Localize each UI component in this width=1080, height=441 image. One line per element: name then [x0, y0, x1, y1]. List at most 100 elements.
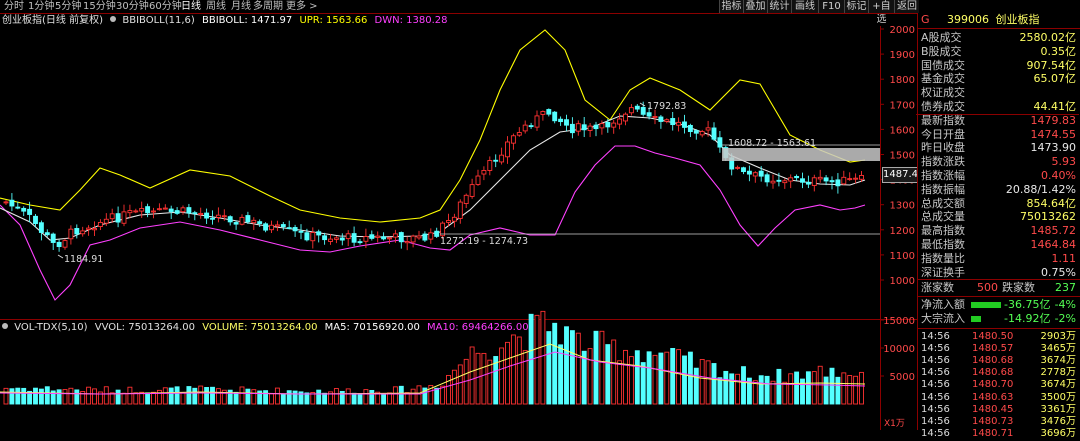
- settings-dot-icon[interactable]: [2, 323, 8, 329]
- candlesticks: [3, 101, 864, 252]
- settings-dot-icon[interactable]: [110, 16, 117, 22]
- volume-bar: [522, 350, 528, 405]
- volume-bar: [145, 392, 151, 405]
- candle-body: [15, 206, 21, 209]
- volume-unit-label: X1万: [884, 419, 905, 429]
- quote-row: 最新指数 1479.83: [920, 114, 1078, 128]
- candle-body: [422, 233, 428, 241]
- candle-body: [457, 201, 463, 219]
- volume-bar: [416, 385, 422, 405]
- quote-value: 1474.55: [1030, 127, 1077, 141]
- volume-bar: [68, 387, 74, 405]
- quote-value: 44.41亿: [1033, 100, 1077, 113]
- price-tick-label: 1700: [890, 100, 915, 111]
- candle-body: [80, 230, 86, 235]
- candle-body: [109, 213, 115, 220]
- high-price-label: 1792.83: [647, 101, 686, 112]
- volume-tick-label: 5000: [890, 372, 915, 383]
- quote-value: 0.35亿: [1040, 44, 1077, 58]
- candle-body: [758, 170, 764, 177]
- candle-body: [298, 230, 304, 233]
- quote-label: 指数振幅: [921, 182, 965, 196]
- candle-body: [499, 154, 505, 163]
- fall-label: 跌家数: [1002, 281, 1035, 294]
- quote-value: 1485.72: [1030, 224, 1077, 238]
- volume-bar: [575, 332, 581, 405]
- candle-body: [788, 177, 794, 182]
- volume-bar: [805, 371, 811, 405]
- quote-row: B股成交 0.35亿: [920, 45, 1078, 59]
- annotations: 1792.83 1184.91 1608.72 - 1563.61 1272.19 -…: [57, 101, 880, 265]
- flow-label: 净流入额: [921, 298, 965, 311]
- volume-bar: [687, 351, 693, 405]
- quote-row: 昨日收盘 1473.90: [920, 141, 1078, 155]
- candle-body: [569, 123, 575, 134]
- candle-body: [593, 124, 599, 130]
- volume-bar: [398, 385, 404, 405]
- bbiboll-line: [0, 115, 866, 241]
- volume-bar: [569, 330, 575, 405]
- divider: [918, 279, 1080, 280]
- pointer-line: [639, 102, 646, 107]
- quote-label: 今日开盘: [921, 127, 965, 141]
- market-marker: G: [921, 13, 930, 26]
- candle-body: [558, 118, 564, 123]
- volume-bar: [823, 376, 829, 405]
- quote-label: 国债成交: [921, 58, 965, 72]
- quote-value: 75013262: [1020, 210, 1076, 224]
- candle-body: [776, 179, 782, 182]
- volume-bar: [451, 369, 457, 405]
- candle-body: [127, 210, 133, 214]
- quote-value: 5.93: [1051, 155, 1077, 169]
- candle-body: [487, 160, 493, 171]
- volume-bar: [469, 346, 475, 405]
- candle-body: [186, 207, 192, 214]
- candle-body: [257, 221, 263, 224]
- candle-body: [56, 241, 62, 248]
- candle-body: [404, 241, 410, 244]
- candle-body: [38, 222, 44, 233]
- candle-body: [162, 207, 168, 210]
- volume-bar: [741, 366, 746, 405]
- price-tick-label: 1100: [890, 251, 915, 262]
- candle-body: [682, 121, 687, 128]
- quote-row: 指数涨跌 5.93: [920, 155, 1078, 169]
- quote-value: 1464.84: [1030, 238, 1077, 251]
- kline-chart[interactable]: 2000190018001700160015001400130012001100…: [0, 0, 917, 430]
- candle-body: [310, 232, 316, 242]
- candle-body: [859, 175, 864, 180]
- candle-body: [575, 123, 581, 132]
- volume-bar: [723, 370, 729, 405]
- candle-body: [623, 113, 628, 122]
- volume-bar: [546, 331, 552, 405]
- candle-body: [611, 122, 617, 128]
- candle-body: [204, 212, 210, 219]
- volume-bar: [811, 371, 817, 405]
- volume-bar: [664, 351, 670, 405]
- quote-value: 0.40%: [1041, 169, 1076, 182]
- volume-bar: [109, 392, 115, 405]
- candle-body: [133, 210, 139, 213]
- resistance-zone: [722, 148, 880, 161]
- candle-body: [847, 178, 853, 181]
- quote-row: 国债成交 907.54亿: [920, 59, 1078, 73]
- flow-pct: -4%: [1054, 298, 1076, 311]
- price-tick-label: 1200: [890, 226, 915, 237]
- volume-bar: [729, 373, 735, 405]
- candle-body: [74, 228, 80, 235]
- quote-value: 1.11: [1051, 251, 1077, 265]
- volume-bar: [410, 388, 416, 405]
- volume-bar: [304, 392, 310, 405]
- volume-bar: [670, 347, 676, 405]
- tick-row: 14:56 1480.71 3696万: [920, 427, 1078, 441]
- candle-body: [693, 130, 699, 134]
- price-tick-label: 1000: [890, 276, 915, 287]
- index-title: 创业板指: [995, 13, 1040, 26]
- flow-pct: -2%: [1054, 312, 1076, 325]
- candle-body: [451, 216, 457, 222]
- candle-body: [375, 235, 381, 238]
- candle-body: [92, 227, 97, 231]
- volume-bar: [204, 387, 210, 405]
- candle-body: [363, 236, 369, 242]
- volume-bar: [162, 387, 168, 405]
